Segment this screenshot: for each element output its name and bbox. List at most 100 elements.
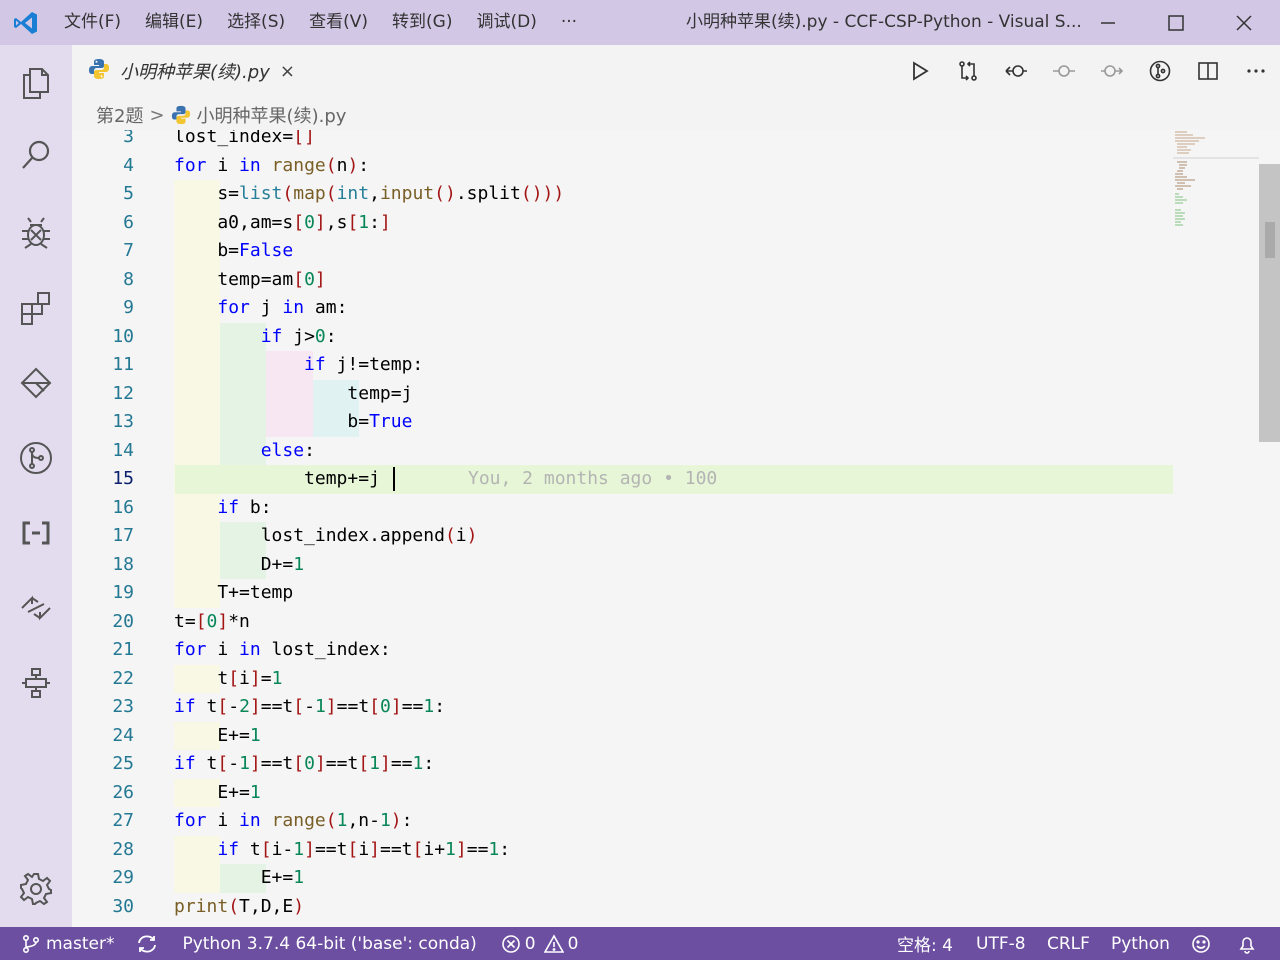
line-number: 17 [112, 525, 134, 546]
menu-more[interactable]: ··· [549, 0, 589, 45]
gear-icon[interactable] [0, 859, 72, 919]
split-editor-icon[interactable] [1184, 45, 1232, 97]
code-editor[interactable]: 3 lost_index=[] 4 for i in range(n): 5 s=lis… [72, 130, 1280, 927]
code-line[interactable]: D+=1 [174, 551, 304, 580]
brackets-icon[interactable] [0, 503, 72, 563]
code-line[interactable]: b=False [174, 237, 293, 266]
previous-change-icon[interactable] [1040, 45, 1088, 97]
tab-current-file[interactable]: 小明种苹果(续).py × [72, 45, 316, 97]
line-number: 13 [112, 411, 134, 432]
code-line[interactable]: t=[0]*n [174, 608, 250, 637]
code-line[interactable]: if t[i-1]==t[i]==t[i+1]==1: [174, 836, 510, 865]
line-number: 22 [112, 667, 134, 689]
language-mode-item[interactable]: Python [1111, 927, 1170, 960]
line-number: 7 [123, 240, 134, 261]
minimap[interactable] [1173, 130, 1259, 927]
line-number: 25 [112, 753, 134, 774]
compare-icon[interactable] [944, 45, 992, 97]
code-line[interactable]: for i in range(1,n-1): [174, 807, 412, 836]
branch-item[interactable]: master* [22, 927, 114, 960]
line-number: 10 [112, 325, 134, 347]
code-line[interactable]: print(T,D,E) [174, 893, 304, 922]
code-line[interactable]: lost_index.append(i) [174, 522, 478, 551]
flowchart-icon[interactable] [0, 653, 72, 713]
menu-file[interactable]: 文件(F) [52, 0, 133, 45]
debug-icon[interactable] [0, 203, 72, 263]
editor-actions [896, 45, 1280, 97]
line-number: 23 [112, 696, 134, 717]
code-line[interactable]: b=True [174, 408, 412, 437]
code-line[interactable]: if t[-2]==t[-1]==t[0]==1: [174, 693, 445, 722]
code-line[interactable]: s=list(map(int,input().split())) [174, 180, 564, 209]
run-icon[interactable] [896, 45, 944, 97]
search-icon[interactable] [0, 125, 72, 185]
breadcrumb-folder[interactable]: 第2题 [96, 102, 143, 128]
next-change-icon[interactable] [1088, 45, 1136, 97]
eol-item[interactable]: CRLF [1047, 927, 1090, 960]
error-icon [501, 934, 521, 954]
python-file-icon [171, 105, 191, 125]
line-number: 6 [123, 211, 134, 233]
window-title: 小明种苹果(续).py - CCF-CSP-Python - Visual S.… [686, 12, 1082, 32]
explorer-icon[interactable] [0, 53, 72, 113]
code-line[interactable]: t[i]=1 [174, 665, 282, 694]
source-control-icon[interactable] [0, 428, 72, 488]
text-cursor [393, 467, 396, 491]
indentation-item[interactable]: 空格: 4 [897, 927, 953, 960]
code-line[interactable]: for i in range(n): [174, 152, 369, 181]
line-number: 11 [112, 354, 134, 375]
sync-icon[interactable] [136, 927, 158, 960]
code-line[interactable]: E+=1 [174, 864, 304, 893]
menu-view[interactable]: 查看(V) [297, 0, 380, 45]
line-number: 12 [112, 382, 134, 404]
maximize-button[interactable] [1142, 0, 1210, 45]
vscode-logo-icon [0, 0, 52, 45]
menu-selection[interactable]: 选择(S) [215, 0, 297, 45]
remote-explorer-icon[interactable] [0, 353, 72, 413]
breadcrumb-file[interactable]: 小明种苹果(续).py [197, 102, 347, 128]
go-back-icon[interactable] [992, 45, 1040, 97]
line-number: 14 [112, 439, 134, 461]
line-number: 28 [112, 838, 134, 860]
menu-edit[interactable]: 编辑(E) [133, 0, 215, 45]
close-window-button[interactable] [1210, 0, 1278, 45]
line-number: 3 [123, 130, 134, 147]
line-number: 20 [112, 610, 134, 632]
tab-close-button[interactable]: × [280, 61, 295, 82]
code-line[interactable]: if b: [174, 494, 271, 523]
activity-bar [0, 45, 72, 927]
code-line[interactable]: if j>0: [174, 323, 337, 352]
code-line[interactable]: temp=am[0] [174, 266, 325, 295]
code-line[interactable]: E+=1 [174, 722, 260, 751]
line-number: 16 [112, 496, 134, 518]
line-number: 18 [112, 553, 134, 575]
live-share-icon[interactable] [0, 578, 72, 638]
tab-label: 小明种苹果(续).py [120, 62, 270, 83]
menu-go[interactable]: 转到(G) [380, 0, 464, 45]
code-line[interactable]: if j!=temp: [174, 351, 423, 380]
code-line[interactable]: a0,am=s[0],s[1:] [174, 209, 390, 238]
code-line[interactable]: T+=temp [174, 579, 293, 608]
code-line[interactable]: temp+=j [174, 465, 380, 494]
git-lens-icon[interactable] [1136, 45, 1184, 97]
code-line[interactable]: if t[-1]==t[0]==t[1]==1: [174, 750, 434, 779]
menu-debug[interactable]: 调试(D) [464, 0, 548, 45]
code-line[interactable]: for i in lost_index: [174, 636, 391, 665]
notifications-bell-icon[interactable] [1237, 927, 1257, 960]
problems-item[interactable]: 0 0 [501, 927, 578, 960]
python-interpreter[interactable]: Python 3.7.4 64-bit ('base': conda) [182, 927, 476, 960]
git-blame-annotation: You, 2 months ago • 100 [468, 468, 718, 489]
code-line[interactable]: else: [174, 437, 315, 466]
feedback-smiley-icon[interactable] [1191, 927, 1211, 960]
code-line[interactable]: E+=1 [174, 779, 260, 808]
code-line[interactable]: for j in am: [174, 294, 347, 323]
vertical-scrollbar[interactable] [1259, 164, 1280, 442]
code-line[interactable]: temp=j [174, 380, 412, 409]
code-line[interactable]: lost_index=[] [174, 130, 315, 152]
more-actions-icon[interactable] [1232, 45, 1280, 97]
extensions-icon[interactable] [0, 278, 72, 338]
minimize-button[interactable] [1074, 0, 1142, 45]
line-number: 26 [112, 781, 134, 803]
encoding-item[interactable]: UTF-8 [976, 927, 1026, 960]
git-branch-icon [22, 934, 40, 954]
